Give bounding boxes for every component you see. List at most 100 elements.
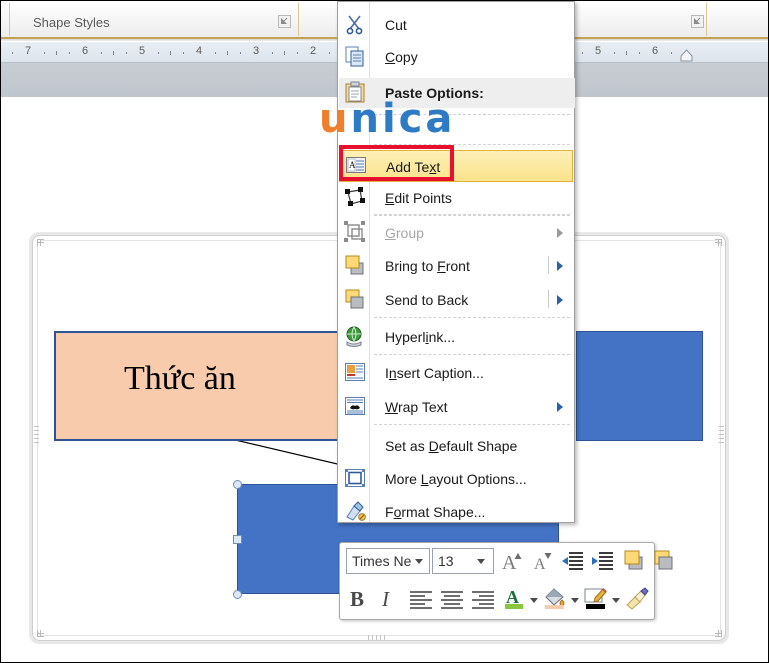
italic-button[interactable]: I xyxy=(382,587,389,612)
page-margin-mark-left xyxy=(34,426,39,444)
clipboard-icon xyxy=(344,81,366,103)
context-menu-item-set-as-default-shape[interactable]: Set as Default Shape xyxy=(339,431,575,461)
context-menu-item-wrap-text[interactable]: Wrap Text xyxy=(339,392,575,422)
ruler-half-inch-tick xyxy=(626,51,627,55)
shape-rectangle-blue-right[interactable] xyxy=(576,331,703,441)
context-menu-item-more-layout-options[interactable]: More Layout Options... xyxy=(339,464,575,494)
ruler-number: 5 xyxy=(594,45,602,57)
ruler-minor-mark xyxy=(297,52,298,54)
context-menu-item-label: Wrap Text xyxy=(385,399,448,415)
context-menu-item-label: Group xyxy=(385,225,424,241)
shape-outline-dropdown-caret[interactable] xyxy=(612,598,620,603)
context-menu-item-paste-options[interactable]: Paste Options: xyxy=(339,78,575,108)
shrink-font-button[interactable]: A xyxy=(530,548,556,574)
submenu-separator xyxy=(548,290,549,308)
ribbon-group-separator-right xyxy=(298,3,299,36)
submenu-arrow-icon xyxy=(557,295,563,305)
font-name-value: Times Ne xyxy=(352,553,412,569)
format-painter-button[interactable] xyxy=(624,585,650,611)
ruler-number: 2 xyxy=(309,45,317,57)
context-menu-item-label: Send to Back xyxy=(385,292,469,308)
context-menu-item-send-to-back[interactable]: Send to Back xyxy=(339,285,575,315)
font-color-dropdown-caret[interactable] xyxy=(530,598,538,603)
align-right-button[interactable] xyxy=(470,587,496,613)
shape-text: Thức ăn xyxy=(124,360,236,397)
group-icon xyxy=(344,221,366,243)
font-name-combobox[interactable]: Times Ne xyxy=(346,548,430,574)
font-color-button[interactable]: A xyxy=(502,585,528,611)
ruler-number: 6 xyxy=(81,45,89,57)
ruler-half-inch-tick xyxy=(227,51,228,55)
selection-handle-bottom-left[interactable] xyxy=(233,590,242,599)
shape-fill-dropdown-caret[interactable] xyxy=(571,598,579,603)
ruler-minor-mark xyxy=(126,52,127,54)
chevron-down-icon[interactable] xyxy=(415,559,423,564)
selection-handle-middle-left[interactable] xyxy=(233,535,242,544)
svg-text:A: A xyxy=(502,552,517,574)
context-menu-item-format-shape[interactable]: Format Shape... xyxy=(339,497,575,527)
bold-button[interactable]: B xyxy=(350,587,364,612)
ruler-number: 7 xyxy=(24,45,32,57)
align-center-button[interactable] xyxy=(439,587,465,613)
svg-text:A: A xyxy=(534,556,546,573)
context-menu-item-bring-to-front[interactable]: Bring to Front xyxy=(339,251,575,281)
dialog-box-launcher-left[interactable] xyxy=(278,15,291,28)
context-menu-item-label: Bring to Front xyxy=(385,258,470,274)
hyperlink-icon xyxy=(344,325,366,347)
page-corner-mark-tl xyxy=(37,239,46,248)
shape-context-menu[interactable]: Cut Copy Paste Options: A Add Text Edit Point… xyxy=(337,1,575,523)
context-menu-item-cut[interactable]: Cut xyxy=(339,10,575,40)
context-menu-item-edit-points[interactable]: Edit Points xyxy=(339,183,575,213)
ruler-minor-mark xyxy=(582,52,583,54)
decrease-indent-button[interactable] xyxy=(560,548,586,574)
ruler-minor-mark xyxy=(158,52,159,54)
ruler-minor-mark xyxy=(240,52,241,54)
ruler-minor-mark xyxy=(614,52,615,54)
dialog-box-launcher-right[interactable] xyxy=(691,15,704,28)
ruler-half-inch-tick xyxy=(113,51,114,55)
edit-points-icon xyxy=(344,186,366,208)
bring-to-front-icon xyxy=(344,254,366,276)
context-menu-item-hyperlink[interactable]: Hyperlink... xyxy=(339,322,575,352)
shape-fill-button[interactable] xyxy=(542,585,568,611)
ruler-half-inch-tick xyxy=(56,51,57,55)
ruler-minor-mark xyxy=(329,52,330,54)
context-menu-separator xyxy=(374,214,570,215)
context-menu-item-copy[interactable]: Copy xyxy=(339,42,575,72)
context-menu-item-insert-caption[interactable]: Insert Caption... xyxy=(339,358,575,388)
bring-to-front-button[interactable] xyxy=(622,547,648,573)
context-menu-item-label: Cut xyxy=(385,17,407,33)
ruler-minor-mark xyxy=(671,52,672,54)
grow-font-button[interactable]: A xyxy=(500,548,526,574)
context-menu-item-label: Format Shape... xyxy=(385,504,486,520)
ruler-minor-mark xyxy=(639,52,640,54)
font-size-combobox[interactable]: 13 xyxy=(432,548,494,574)
shape-outline-button[interactable] xyxy=(583,585,609,611)
increase-indent-button[interactable] xyxy=(590,548,616,574)
ruler-minor-mark xyxy=(12,52,13,54)
wrap-text-icon xyxy=(344,395,366,417)
submenu-arrow-icon xyxy=(557,261,563,271)
ribbon-group-separator-left xyxy=(9,3,10,36)
submenu-separator xyxy=(548,256,549,274)
context-menu-separator xyxy=(374,215,570,216)
page-corner-mark-bl xyxy=(37,628,46,637)
chevron-down-icon[interactable] xyxy=(477,559,485,564)
ruler-half-inch-tick xyxy=(284,51,285,55)
word-application-window: Shape Styles 765432123456 xyxy=(0,0,769,663)
submenu-arrow-icon xyxy=(557,402,563,412)
layout-options-icon xyxy=(344,467,366,489)
ruler-minor-mark xyxy=(215,52,216,54)
ruler-minor-mark xyxy=(69,52,70,54)
annotation-red-highlight-box xyxy=(339,145,454,181)
mini-formatting-toolbar[interactable]: Times Ne 13 A A B I A xyxy=(339,542,673,620)
ruler-half-inch-tick xyxy=(170,51,171,55)
context-menu-separator xyxy=(374,354,570,355)
align-left-button[interactable] xyxy=(408,587,434,613)
ruler-minor-mark xyxy=(101,52,102,54)
ribbon-group-separator-far xyxy=(706,3,707,36)
selection-handle-top-left[interactable] xyxy=(233,480,242,489)
page-corner-mark-br xyxy=(713,628,722,637)
send-to-back-button[interactable] xyxy=(652,547,678,573)
ruler-number: 4 xyxy=(195,45,203,57)
